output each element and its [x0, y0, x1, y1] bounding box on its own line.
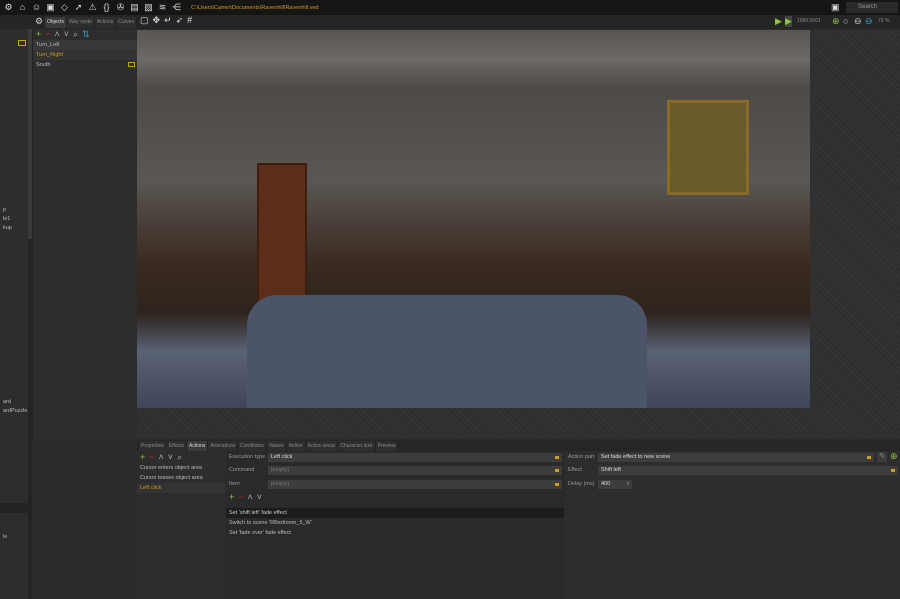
item-label: Item [229, 481, 240, 487]
execution-type-label: Execution type [229, 454, 266, 460]
search-icon[interactable]: ⌕ [73, 29, 78, 40]
trigger-item[interactable]: Cursor enters object area [137, 463, 225, 473]
up-icon[interactable]: ˄ [159, 451, 164, 463]
chat-icon[interactable]: ▤ [129, 2, 140, 13]
hatch-icon[interactable]: ▨ [143, 2, 154, 13]
edit-icon[interactable]: ✎ [877, 452, 887, 462]
down-icon[interactable]: ˅ [168, 451, 173, 463]
play-scene-icon[interactable]: ▶ [785, 16, 792, 27]
command-label: Command [229, 467, 255, 473]
scene-painting [667, 100, 749, 195]
selected-row[interactable] [0, 503, 28, 513]
search-input[interactable]: Search [846, 2, 898, 13]
cursor-icon[interactable]: ➚ [73, 2, 84, 13]
zoom-in-icon[interactable]: ⊕ [890, 451, 898, 462]
crop-icon[interactable]: # [187, 15, 192, 25]
list-item[interactable]: le [0, 532, 7, 542]
scene-list-panel: p le1 kup ard ardPuzzle le [0, 29, 28, 599]
chevron-down-icon [555, 483, 559, 486]
move-icon[interactable]: ✥ [153, 15, 161, 26]
list-item[interactable]: kup [0, 223, 12, 233]
user-icon[interactable]: ☺ [31, 2, 42, 13]
main-toolbar: ⚙ ⌂ ☺ ▣ ◇ ➚ ⚠ {} ✇ ▤ ▨ ≋ ⋲ C:\Users\Came… [0, 0, 900, 15]
chevron-down-icon [891, 469, 895, 472]
select-rect-icon[interactable]: ▢ [140, 15, 149, 26]
zoom-fit-icon[interactable]: ⊖ [865, 16, 873, 27]
canvas-background [810, 30, 900, 408]
objects-panel: + − ˄ ˅ ⌕ ⇅ Turn_Left Turn_Right South [32, 29, 137, 439]
up-icon[interactable]: ˄ [55, 29, 60, 40]
add-icon[interactable]: + [140, 451, 145, 463]
add-icon[interactable]: + [36, 29, 41, 40]
properties-tabs: Properties Effects Actions Animations Condit… [137, 440, 900, 452]
action-part-select[interactable]: Set fade effect to new scene [598, 453, 874, 462]
delay-stepper[interactable]: 400 ⇕ [598, 480, 632, 489]
down-icon[interactable]: ˅ [64, 29, 69, 40]
canvas-background [137, 408, 900, 438]
remove-icon[interactable]: − [238, 492, 243, 502]
action-part-label: Action part [568, 454, 595, 460]
item-select[interactable]: [empty] [268, 480, 562, 489]
tab-objects[interactable]: Objects [45, 17, 67, 28]
coordinates: 1990,5661 [797, 18, 821, 24]
effect-label: Effect [568, 467, 582, 473]
search-icon[interactable]: ⌕ [177, 451, 182, 463]
remove-icon[interactable]: − [149, 451, 154, 463]
action-trigger-list: + − ˄ ˅ ⌕ Cursor enters object area Cursor l… [137, 451, 225, 599]
delay-label: Delay (ms) [568, 481, 595, 487]
pin-icon[interactable]: ➶ [176, 15, 184, 26]
secondary-toolbar: ⚙ Objects Way syste Actions Curves ▢ ✥ ↵ ➶ # ▶ … [0, 15, 900, 29]
folder-icon [18, 40, 26, 46]
tab-actions[interactable]: Actions [94, 17, 117, 28]
save-icon[interactable]: ▣ [831, 2, 840, 13]
up-icon[interactable]: ˄ [248, 492, 253, 502]
braces-icon[interactable]: {} [101, 2, 112, 13]
list-item[interactable]: ardPuzzle [0, 406, 27, 416]
project-path: C:\Users\Camer\Documents\Ravenhill\Raven… [191, 4, 319, 11]
scene-door [257, 163, 307, 303]
scene-bed [247, 295, 647, 408]
object-item[interactable]: South [33, 60, 137, 70]
zoom-icon[interactable]: ○ [843, 16, 848, 26]
waveform-icon[interactable]: ≋ [157, 2, 168, 13]
object-item[interactable]: Turn_Right [33, 50, 137, 60]
tab-way-systems[interactable]: Way syste [66, 17, 95, 28]
chevron-down-icon [867, 456, 871, 459]
image-icon [128, 62, 135, 67]
sort-icon[interactable]: ⇅ [82, 29, 90, 40]
action-part-item[interactable]: Set 'shift left' fade effect [226, 508, 564, 518]
save-icon[interactable]: ▣ [45, 2, 56, 13]
gear-icon[interactable]: ⚙ [35, 16, 43, 27]
remove-icon[interactable]: − [45, 29, 50, 40]
trigger-item[interactable]: Left click [137, 483, 225, 493]
action-part-editor: Action part Set fade effect to new scene… [565, 451, 900, 599]
zoom-in-icon[interactable]: ⊕ [832, 16, 840, 27]
down-icon[interactable]: ˅ [257, 492, 262, 502]
gem-icon[interactable]: ◇ [59, 2, 70, 13]
home-icon[interactable]: ⌂ [17, 2, 28, 13]
share-icon[interactable]: ⋲ [171, 2, 182, 13]
command-select[interactable]: [empty] [268, 466, 562, 475]
scene-canvas[interactable] [137, 30, 810, 408]
chevron-down-icon [555, 469, 559, 472]
return-icon[interactable]: ↵ [164, 15, 172, 26]
object-item[interactable]: Turn_Left [33, 40, 137, 50]
warning-icon[interactable]: ⚠ [87, 2, 98, 13]
gear-icon[interactable]: ⚙ [3, 2, 14, 13]
zoom-out-icon[interactable]: ⊖ [854, 16, 862, 27]
chevron-down-icon [555, 456, 559, 459]
zoom-level: 79 % [878, 18, 890, 24]
effect-select[interactable]: Shift left [598, 466, 898, 475]
stepper-arrows-icon[interactable]: ⇕ [626, 480, 630, 489]
execution-type-select[interactable]: Left click [268, 453, 562, 462]
action-part-item[interactable]: Set 'fade over' fade effect [226, 528, 564, 538]
trigger-item[interactable]: Cursor leaves object area [137, 473, 225, 483]
add-icon[interactable]: + [229, 492, 234, 502]
tab-curves[interactable]: Curves [116, 17, 138, 28]
play-icon[interactable]: ▶ [775, 16, 782, 27]
film-icon[interactable]: ✇ [115, 2, 126, 13]
action-editor: Execution type Left click Command [empty… [226, 451, 564, 599]
action-part-item[interactable]: Switch to scene 'RBedroom_5_W' [226, 518, 564, 528]
